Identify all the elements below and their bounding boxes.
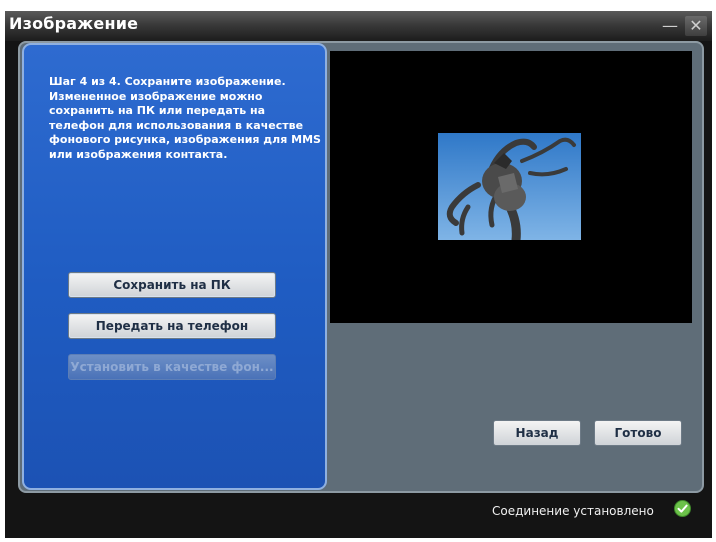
save-to-pc-button[interactable]: Сохранить на ПК (68, 272, 276, 298)
minimize-icon: — (662, 16, 678, 35)
close-button[interactable]: ✕ (685, 16, 707, 36)
close-icon: ✕ (689, 16, 703, 35)
wizard-step-panel: Шаг 4 из 4. Сохраните изображение. Измен… (22, 43, 327, 490)
connection-status-text: Соединение установлено (492, 504, 654, 518)
image-preview (330, 51, 692, 323)
back-button[interactable]: Назад (493, 420, 581, 446)
step-instructions: Шаг 4 из 4. Сохраните изображение. Измен… (49, 75, 321, 161)
title-bar[interactable]: Изображение — ✕ (5, 11, 712, 41)
preview-photo (438, 133, 581, 240)
set-as-wallpaper-button: Установить в качестве фон... (68, 354, 276, 380)
send-to-phone-button[interactable]: Передать на телефон (68, 313, 276, 339)
window-title: Изображение (9, 14, 139, 33)
check-circle-icon (674, 500, 691, 517)
minimize-button[interactable]: — (659, 16, 681, 36)
done-button[interactable]: Готово (594, 420, 682, 446)
